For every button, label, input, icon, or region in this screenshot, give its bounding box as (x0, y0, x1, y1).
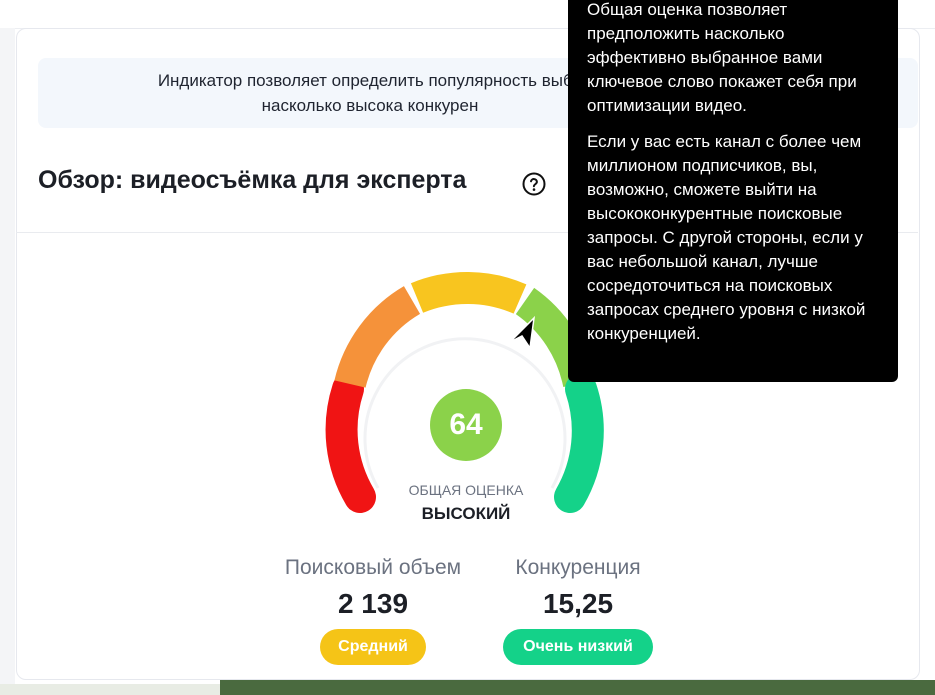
search-volume-value: 2 139 (337, 588, 409, 619)
overall-score-value: ВЫСОКИЙ (421, 504, 511, 523)
gauge-segment-red (325, 373, 376, 513)
page-title: Обзор: видеосъёмка для эксперта (38, 166, 467, 194)
tooltip-paragraph-1: Общая оценка позволяет предположить наск… (587, 0, 857, 115)
search-volume-badge: Средний (320, 629, 426, 665)
gauge-segment-yellow (410, 272, 527, 314)
gauge-segment-green (554, 373, 604, 513)
search-volume-label: Поисковый объем (284, 556, 462, 579)
help-tooltip: Общая оценка позволяет предположить наск… (568, 0, 898, 382)
bottom-edge-dark (220, 680, 935, 695)
overall-score: 64 (430, 389, 502, 461)
help-icon[interactable] (522, 172, 546, 196)
competition-label: Конкуренция (515, 556, 641, 579)
competition-value: 15,25 (542, 588, 614, 619)
overall-score-label: ОБЩАЯ ОЦЕНКА (408, 482, 524, 498)
gauge-segment-orange (334, 286, 421, 389)
left-edge (0, 28, 15, 695)
bottom-edge (0, 684, 220, 695)
mouse-pointer-icon (509, 315, 536, 350)
competition-badge: Очень низкий (503, 629, 653, 665)
tooltip-paragraph-2: Если у вас есть канал с более чем миллио… (587, 132, 866, 343)
